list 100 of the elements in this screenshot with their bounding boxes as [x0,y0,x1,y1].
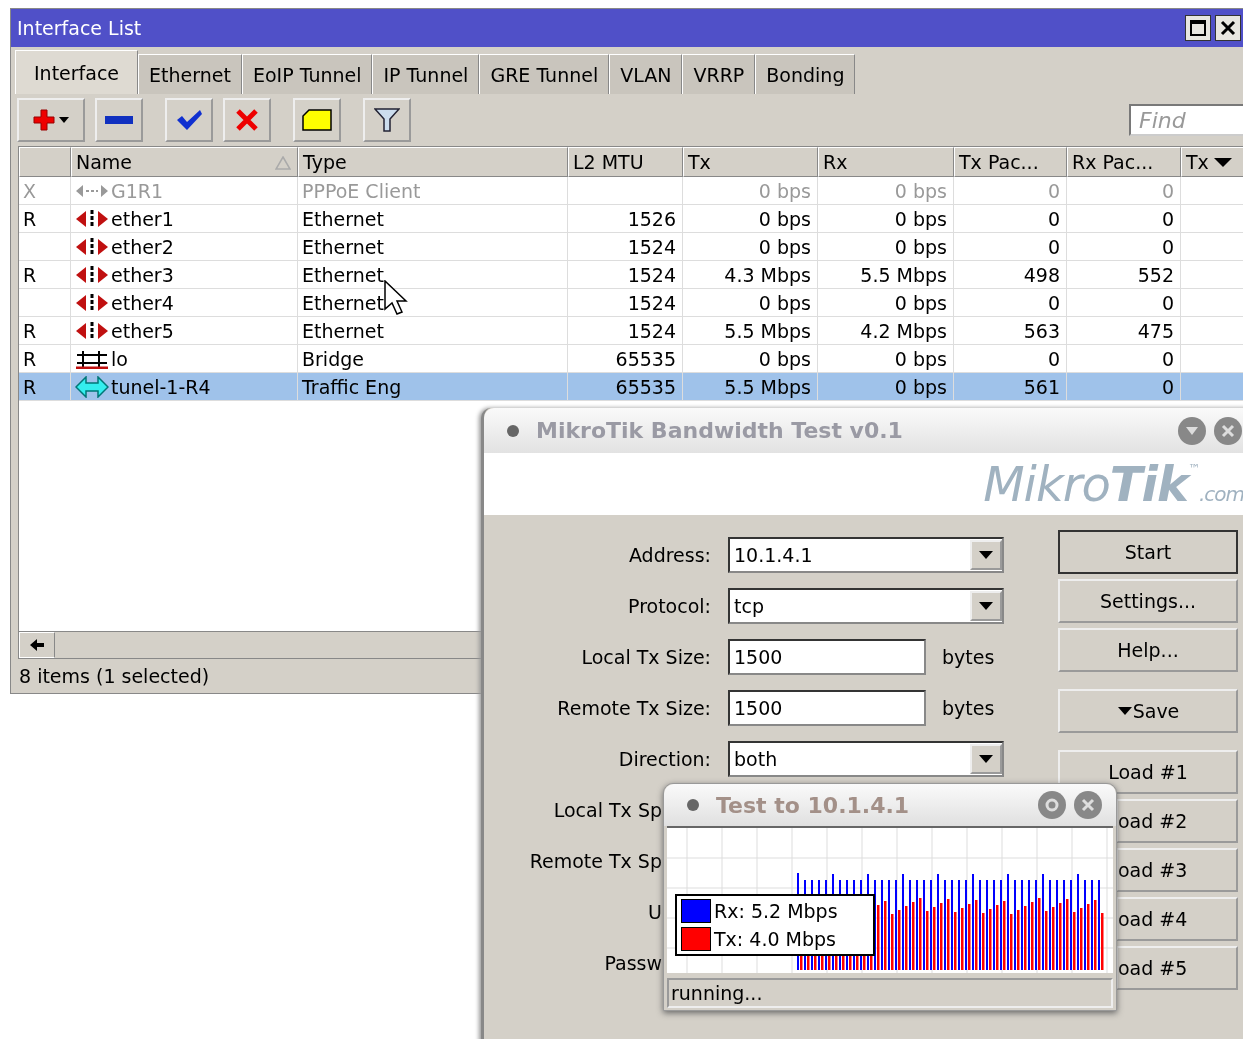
circle-icon [1044,797,1060,813]
tx-bar [1045,911,1048,970]
table-cell: 0 [1047,207,1060,230]
table-cell: Ethernet [302,207,384,230]
action-button[interactable]: oad #4 [1116,897,1238,941]
logo-wordmark: MikroTik$^{™}$ .com [983,456,1243,512]
tx-bar [1080,908,1083,970]
table-row[interactable]: R ether3 Ethernet 1524 4.3 Mbps 5.5 Mbps 498 552 [19,261,1243,289]
column-header[interactable]: Tx [683,147,818,177]
dropdown-field[interactable]: both [728,740,1004,777]
minimize-button[interactable] [1038,791,1066,819]
tx-bar [947,899,950,970]
column-header[interactable]: Rx [818,147,954,177]
table-cell: Ethernet [302,263,384,286]
table-cell: 0 [1047,291,1060,314]
table-cell: 561 [1023,375,1060,398]
column-header[interactable] [19,147,71,177]
table-cell: 1524 [627,291,676,314]
tx-bar [1066,899,1069,970]
tx-bar [1073,912,1076,970]
column-header[interactable]: Rx Pac... [1067,147,1181,177]
remove-button[interactable] [95,98,143,142]
minimize-button[interactable] [1178,416,1206,445]
field-label: Local Tx Size: [580,645,711,668]
add-button[interactable] [17,98,85,142]
table-cell: R [23,375,37,398]
table-cell: R [23,319,37,342]
status-text: 8 items (1 selected) [19,665,210,687]
tab[interactable]: EoIP Tunnel [241,54,373,94]
dropdown-field[interactable]: 10.1.4.1 [728,536,1004,573]
tab[interactable]: Interface [15,50,139,94]
table-cell: R [23,207,37,230]
table-cell: G1R1 [111,179,164,202]
window-menu-icon[interactable] [686,798,700,812]
tab[interactable]: GRE Tunnel [479,54,610,94]
table-cell: ether3 [111,263,174,286]
table-cell: 5.5 Mbps [724,375,811,398]
input-field[interactable]: 1500 [728,689,926,726]
table-cell: 5.5 Mbps [724,319,811,342]
action-button[interactable]: oad #5 [1116,946,1238,990]
close-icon [1220,20,1236,36]
disable-button[interactable] [223,98,271,142]
field-label: Passw [603,951,662,974]
column-header[interactable]: Type [298,147,568,177]
table-cell: Ethernet [302,291,384,314]
table-cell: 498 [1023,263,1060,286]
tx-bar [898,910,901,970]
window-menu-icon[interactable] [506,423,520,438]
table-row[interactable]: R ether5 Ethernet 1524 5.5 Mbps 4.2 Mbps 563 475 [19,317,1243,345]
tx-bar [1031,902,1034,970]
table-row[interactable]: R tunel-1-R4 Traffic Eng 65535 5.5 Mbps 0 bps 561 0 [19,373,1243,401]
action-button[interactable]: Load #1 [1058,750,1238,794]
input-field[interactable]: 1500 [728,638,926,675]
tab[interactable]: Ethernet [138,54,242,94]
table-row[interactable]: R ether1 Ethernet 1526 0 bps 0 bps 0 0 [19,205,1243,233]
action-button[interactable]: Settings... [1058,579,1238,623]
dropdown-field[interactable]: tcp [728,587,1004,624]
tx-bar [933,907,936,970]
maximize-button[interactable] [1185,15,1211,41]
table-cell: 5.5 Mbps [860,263,947,286]
table-cell: 0 bps [894,291,947,314]
tab[interactable]: VRRP [682,54,756,94]
table-cell: R [23,347,37,370]
table-cell: PPPoE Client [302,179,421,202]
tab[interactable]: IP Tunnel [372,54,480,94]
table-cell: 1524 [627,319,676,342]
action-button[interactable]: oad #2 [1116,799,1238,843]
action-button[interactable]: Save [1058,689,1238,733]
field-label: Remote Tx Size: [556,696,711,719]
table-cell: 475 [1137,319,1174,342]
tx-bar [1087,904,1090,970]
comment-button[interactable] [293,98,341,142]
scroll-left-button[interactable] [19,632,55,658]
action-button[interactable]: Start [1058,530,1238,574]
tx-bar [912,902,915,970]
enable-button[interactable] [165,98,213,142]
tab[interactable]: VLAN [609,54,683,94]
column-header[interactable]: Tx Pac... [954,147,1067,177]
action-button[interactable]: oad #3 [1116,848,1238,892]
field-label: Address: [627,543,711,566]
table-cell: 4.3 Mbps [724,263,811,286]
column-header[interactable]: Tx [1181,147,1243,177]
tab[interactable]: Bonding [755,54,856,94]
table-cell: ether1 [111,207,174,230]
search-field[interactable]: Find [1129,104,1243,136]
column-header[interactable]: Name [71,147,298,177]
filter-button[interactable] [363,98,411,142]
column-header[interactable]: L2 MTU [568,147,683,177]
tx-bar [891,914,894,970]
table-row[interactable]: ether2 Ethernet 1524 0 bps 0 bps 0 0 [19,233,1243,261]
table-cell: R [23,263,37,286]
window-title: Interface List [17,17,143,39]
tx-bar [919,898,922,970]
table-cell: 0 [1161,235,1174,258]
ethernet-port-icon [75,264,109,285]
tx-bar [982,913,985,970]
action-button[interactable]: Help... [1058,628,1238,672]
table-cell: 0 [1161,375,1174,398]
table-cell: ether2 [111,235,174,258]
close-button[interactable] [1215,15,1241,41]
